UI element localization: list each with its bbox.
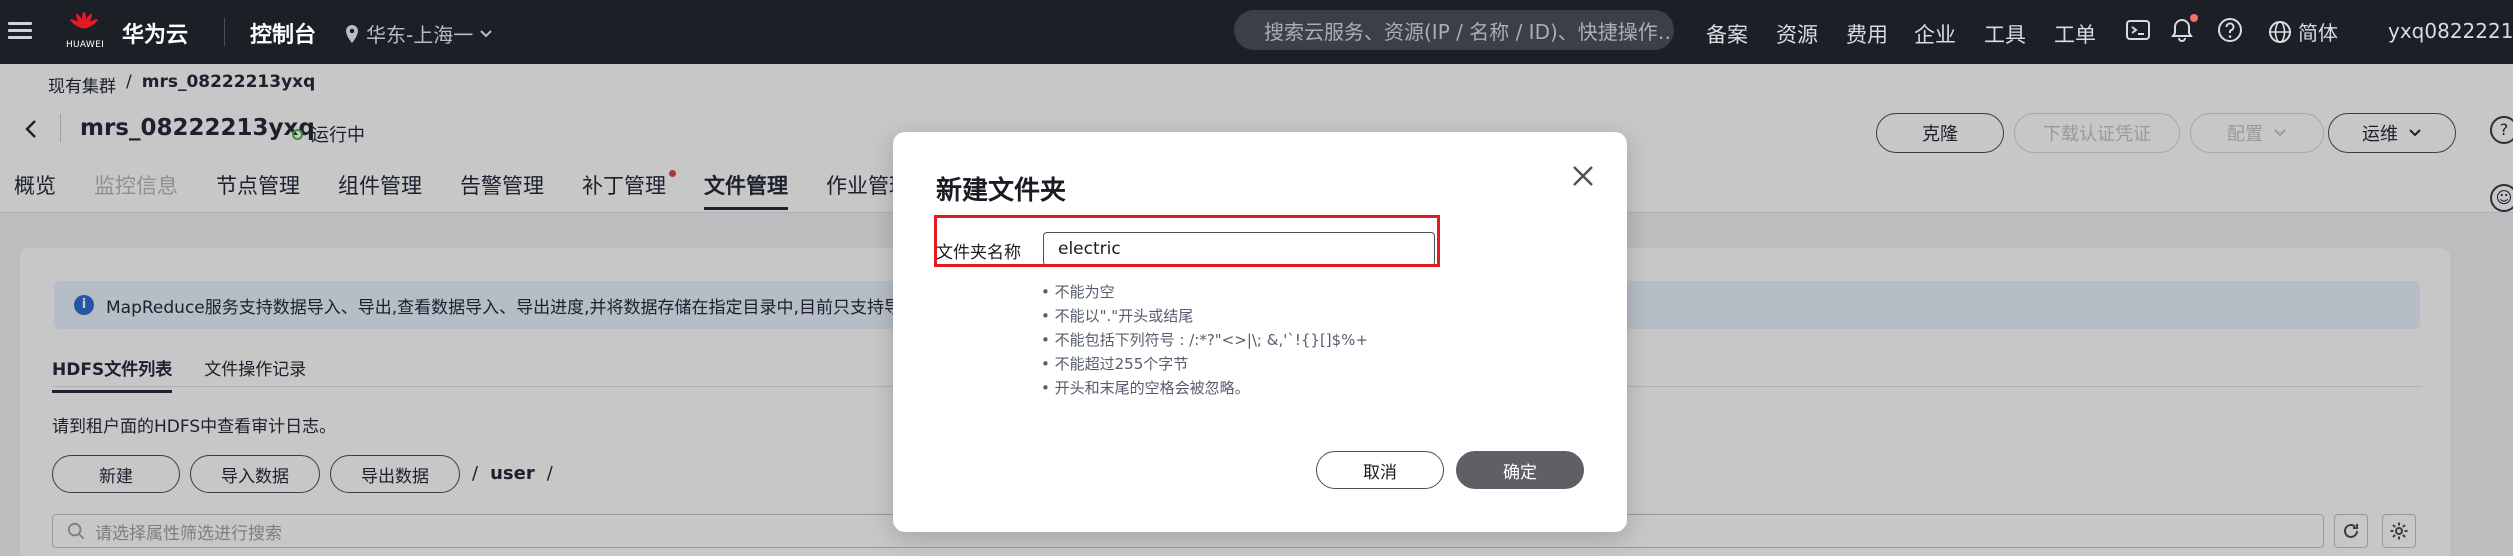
cancel-label: 取消: [1363, 462, 1397, 483]
new-folder-dialog: 新建文件夹 文件夹名称 不能为空 不能以"."开头或结尾 不能包括下列符号 : …: [893, 132, 1627, 532]
dialog-title: 新建文件夹: [936, 176, 1067, 206]
close-icon[interactable]: [1569, 162, 1597, 190]
chevron-down-icon: [480, 29, 492, 37]
nav-link-tools[interactable]: 工具: [1984, 19, 2026, 49]
location-pin-icon: [346, 24, 358, 43]
help-icon[interactable]: [2216, 16, 2244, 44]
top-navbar: HUAWEI 华为云 控制台 华东-上海一 搜索云服务、资源(IP / 名称 /…: [0, 0, 2513, 64]
divider: [224, 18, 225, 46]
menu-icon[interactable]: [8, 18, 32, 42]
nav-link-billing[interactable]: 费用: [1846, 19, 1888, 49]
cloud-shell-icon[interactable]: [2124, 16, 2152, 44]
rule-item: 不能以"."开头或结尾: [1041, 304, 1368, 328]
rule-item: 不能为空: [1041, 280, 1368, 304]
language-label: 简体: [2298, 21, 2338, 45]
confirm-button[interactable]: 确定: [1456, 451, 1584, 489]
notification-dot: [2190, 14, 2198, 22]
globe-icon: [2269, 20, 2291, 43]
nav-link-enterprise[interactable]: 企业: [1914, 19, 1956, 49]
nav-link-icp[interactable]: 备案: [1706, 19, 1748, 49]
nav-link-tickets[interactable]: 工单: [2054, 19, 2096, 49]
annotation-highlight-box: [934, 215, 1440, 267]
huawei-logo[interactable]: HUAWEI: [62, 10, 108, 54]
user-account-menu[interactable]: yxq08222213: [2388, 19, 2513, 43]
naming-rules: 不能为空 不能以"."开头或结尾 不能包括下列符号 : /:*?"<>|\; &…: [1041, 280, 1368, 400]
region-label: 华东-上海一: [366, 23, 474, 47]
rule-item: 开头和末尾的空格会被忽略。: [1041, 376, 1368, 400]
cancel-button[interactable]: 取消: [1316, 451, 1444, 489]
global-search-input[interactable]: 搜索云服务、资源(IP / 名称 / ID)、快捷操作…: [1234, 10, 1674, 50]
language-selector[interactable]: 简体: [2268, 17, 2338, 46]
rule-item: 不能包括下列符号 : /:*?"<>|\; &,'`!{}[]$%+: [1041, 328, 1368, 352]
brand-name[interactable]: 华为云: [122, 17, 188, 49]
rule-item: 不能超过255个字节: [1041, 352, 1368, 376]
confirm-label: 确定: [1503, 462, 1537, 483]
region-selector[interactable]: 华东-上海一: [344, 19, 493, 48]
search-placeholder: 搜索云服务、资源(IP / 名称 / ID)、快捷操作…: [1264, 19, 1674, 44]
notification-bell[interactable]: [2168, 14, 2198, 44]
nav-link-resources[interactable]: 资源: [1776, 19, 1818, 49]
huawei-flower-icon: [70, 12, 98, 29]
logo-text: HUAWEI: [65, 40, 105, 50]
console-link[interactable]: 控制台: [250, 17, 316, 49]
